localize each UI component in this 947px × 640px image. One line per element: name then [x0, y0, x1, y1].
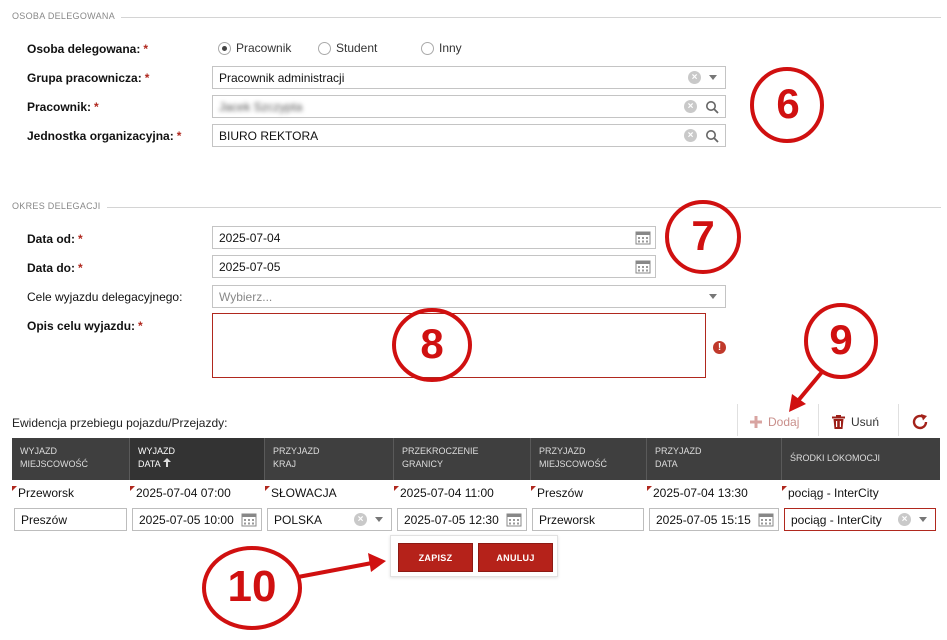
- section-title-delegate: OSOBA DELEGOWANA: [12, 11, 121, 21]
- annotation-label: 6: [776, 80, 800, 127]
- annotation-label: 9: [829, 316, 853, 363]
- section-title-period: OKRES DELEGACJI: [12, 201, 107, 211]
- annotation-label: 10: [227, 562, 277, 611]
- annotation-label: 8: [420, 320, 444, 367]
- annotation-label: 7: [691, 212, 715, 259]
